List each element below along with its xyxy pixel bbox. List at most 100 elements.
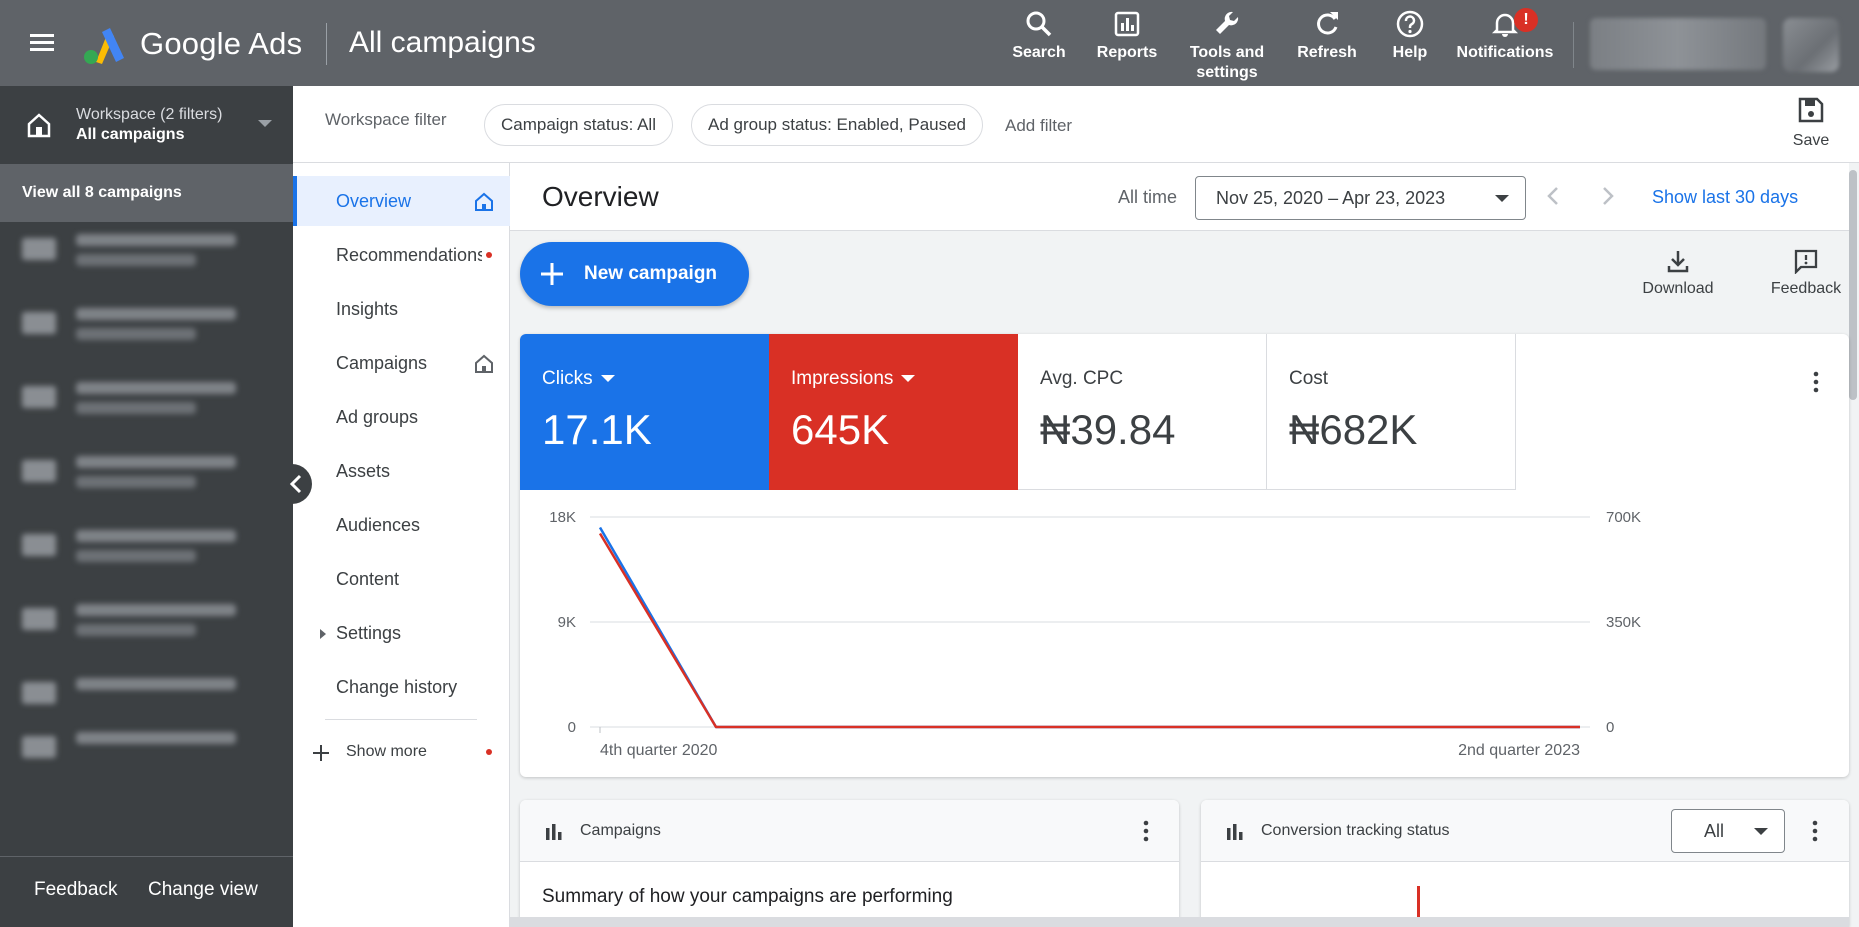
conversion-tracking-card: Conversion tracking status All: [1201, 800, 1849, 927]
series-line-clicks: [598, 526, 1580, 729]
select-value: All: [1704, 821, 1725, 841]
chevron-down-icon: [258, 120, 272, 127]
campaign-list-item[interactable]: [22, 228, 272, 272]
campaign-list-item[interactable]: [22, 672, 272, 716]
download-button[interactable]: Download: [1636, 248, 1720, 298]
nav-item-change-history[interactable]: Change history: [293, 662, 510, 712]
date-range-label: All time: [1118, 187, 1178, 207]
previous-period-button[interactable]: [1543, 185, 1565, 207]
nav-item-label: Insights: [336, 299, 399, 319]
nav-item-assets[interactable]: Assets: [293, 446, 510, 496]
nav-item-ad-groups[interactable]: Ad groups: [293, 392, 510, 442]
y-axis-right-tick: 700K: [1606, 509, 1641, 526]
feedback-icon: [1793, 248, 1819, 274]
header-divider: [326, 23, 327, 65]
nav-item-label: Change history: [336, 677, 458, 697]
filter-bar: Workspace filter Campaign status: All Ad…: [293, 86, 1859, 163]
collapse-sidebar-button[interactable]: [282, 464, 312, 504]
avatar[interactable]: [1783, 18, 1839, 72]
y-axis-right-tick: 350K: [1606, 614, 1641, 631]
brand-name: Google Ads: [140, 26, 303, 61]
date-range-value: Nov 25, 2020 – Apr 23, 2023: [1216, 188, 1446, 208]
show-last-30-days-link[interactable]: Show last 30 days: [1652, 187, 1798, 208]
search-button[interactable]: Search: [1008, 8, 1070, 63]
save-label: Save: [1792, 132, 1830, 149]
scorecard-cost[interactable]: Cost ₦682K: [1267, 334, 1516, 490]
scorecard-label: Cost: [1289, 368, 1329, 389]
campaign-list-item[interactable]: [22, 598, 272, 642]
feedback-label: Feedback: [1770, 280, 1842, 297]
show-more-dot: [486, 749, 492, 755]
scorecard-avg-cpc[interactable]: Avg. CPC ₦39.84: [1018, 334, 1267, 490]
ad-group-status-chip[interactable]: Ad group status: Enabled, Paused: [691, 104, 984, 146]
chevron-down-icon[interactable]: [600, 375, 615, 383]
scorecard-value: ₦39.84: [1040, 406, 1176, 453]
reports-button[interactable]: Reports: [1092, 8, 1162, 63]
account-divider: [1573, 22, 1574, 68]
chevron-left-icon: [1547, 187, 1558, 205]
plus-icon: [541, 263, 563, 285]
refresh-button[interactable]: Refresh: [1295, 8, 1359, 63]
nav-item-recommendations[interactable]: Recommendations: [293, 230, 510, 280]
search-label: Search: [1012, 44, 1066, 61]
nav-item-overview[interactable]: Overview: [293, 176, 510, 226]
change-view-link[interactable]: Change view: [148, 879, 258, 901]
campaign-list-item[interactable]: [22, 450, 272, 494]
next-period-button[interactable]: [1596, 185, 1618, 207]
nav-item-audiences[interactable]: Audiences: [293, 500, 510, 550]
chevron-right-icon: [1603, 187, 1614, 205]
performance-chart: 0 9K 18K 0 350K 700K 4th quarter 2020 2nd quart…: [549, 509, 1641, 759]
page-navigation: Overview Recommendations Insights Campai…: [293, 163, 510, 927]
more-options-icon[interactable]: [1136, 819, 1156, 843]
account-info[interactable]: [1590, 18, 1766, 70]
nav-item-settings[interactable]: Settings: [293, 608, 510, 658]
campaign-list-item[interactable]: [22, 524, 272, 568]
card-header: Conversion tracking status All: [1201, 800, 1849, 862]
overview-header: Overview All time Nov 25, 2020 – Apr 23,…: [510, 163, 1849, 231]
scorecard-clicks[interactable]: Clicks 17.1K: [520, 334, 769, 490]
tools-and-settings-button[interactable]: Tools and settings: [1188, 8, 1266, 83]
tools-and-settings-label: Tools and settings: [1189, 44, 1265, 81]
scorecard-impressions[interactable]: Impressions 645K: [769, 334, 1018, 490]
add-filter-button[interactable]: Add filter: [1005, 116, 1072, 136]
more-options-icon[interactable]: [1806, 370, 1826, 394]
menu-icon[interactable]: [28, 30, 58, 56]
view-all-campaigns[interactable]: View all 8 campaigns: [0, 164, 293, 222]
help-icon: [1394, 8, 1426, 40]
workspace-selector[interactable]: Workspace (2 filters) All campaigns: [0, 86, 293, 164]
notifications-button[interactable]: ! Notifications: [1454, 8, 1556, 63]
bar-chart-icon: [1227, 824, 1243, 840]
search-icon: [1023, 8, 1055, 40]
chevron-down-icon[interactable]: [901, 375, 916, 383]
nav-item-insights[interactable]: Insights: [293, 284, 510, 334]
conversion-filter-select[interactable]: All: [1671, 809, 1785, 853]
workspace-scope-label: All campaigns: [76, 126, 185, 143]
scorecard-label: Impressions: [791, 368, 894, 389]
more-options-icon[interactable]: [1805, 819, 1825, 843]
date-range-picker[interactable]: Nov 25, 2020 – Apr 23, 2023: [1195, 176, 1526, 220]
card-header: Campaigns: [520, 800, 1179, 862]
feedback-button[interactable]: Feedback: [1766, 248, 1846, 298]
horizontal-scrollbar[interactable]: [510, 917, 1849, 927]
chevron-down-icon: [1754, 828, 1768, 835]
feedback-link[interactable]: Feedback: [34, 879, 117, 901]
campaign-status-chip[interactable]: Campaign status: All: [484, 104, 673, 146]
save-button[interactable]: Save: [1781, 96, 1841, 150]
card-summary: Summary of how your campaigns are perfor…: [542, 886, 953, 907]
help-label: Help: [1392, 44, 1428, 61]
new-campaign-button[interactable]: New campaign: [520, 242, 749, 306]
show-more-button[interactable]: Show more: [293, 727, 510, 777]
help-button[interactable]: Help: [1385, 8, 1435, 63]
campaign-list-item[interactable]: [22, 376, 272, 420]
campaign-list-item[interactable]: [22, 302, 272, 346]
nav-item-label: Campaigns: [336, 353, 428, 373]
save-icon: [1797, 96, 1825, 124]
scrollbar-thumb[interactable]: [1849, 170, 1857, 400]
nav-item-content[interactable]: Content: [293, 554, 510, 604]
campaign-list-item[interactable]: [22, 726, 272, 770]
nav-item-campaigns[interactable]: Campaigns: [293, 338, 510, 388]
nav-item-label: Audiences: [336, 515, 421, 535]
card-title: Campaigns: [580, 822, 661, 839]
google-ads-logo-icon[interactable]: [82, 26, 126, 64]
bar-chart-icon: [546, 824, 562, 840]
